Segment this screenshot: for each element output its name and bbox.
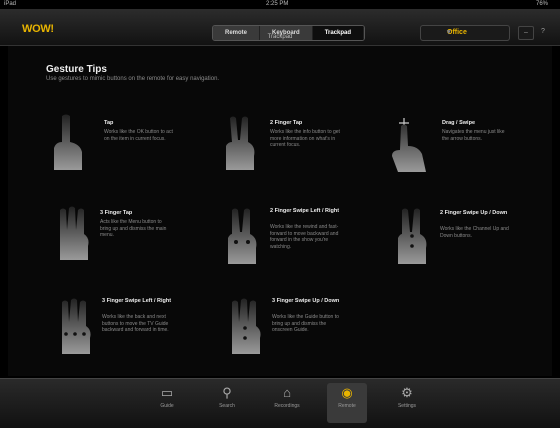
tip-name: Tap — [104, 120, 114, 126]
tip-name: Drag / Swipe — [442, 120, 476, 126]
top-bar: WOW! Remote Keyboard Trackpad Office ▾ –… — [0, 9, 560, 46]
three-finger-swipe-horizontal-icon — [62, 298, 91, 354]
tab-settings[interactable]: ⚙ Settings — [387, 383, 427, 423]
bottom-tab-bar: ▭ Guide ⚲ Search ⌂ Recordings ◉ Remote ⚙… — [0, 378, 560, 428]
tip-description: Works like the back and next buttons to … — [102, 314, 169, 333]
three-finger-swipe-vertical-icon — [232, 298, 261, 354]
drag-hand-icon — [392, 118, 426, 172]
page-subtitle: Trackpad — [267, 34, 293, 40]
tip-description: Acts like the Menu button to bring up an… — [100, 219, 167, 238]
two-finger-swipe-vertical-icon — [398, 208, 427, 264]
recordings-icon: ⌂ — [283, 385, 291, 400]
tip-name: 2 Finger Tap — [270, 120, 303, 126]
tip-2-finger-swipe-up-down: 2 Finger Swipe Up / Down Works like the … — [394, 202, 544, 272]
two-finger-hand-icon — [226, 116, 255, 170]
one-finger-hand-icon — [54, 114, 82, 170]
search-icon: ⚲ — [222, 385, 232, 400]
tip-name: 3 Finger Swipe Left / Right — [102, 298, 172, 304]
status-time: 2:25 PM — [266, 1, 289, 7]
tv-icon: ▭ — [160, 385, 174, 400]
tip-description: Works like the Guide button to bring up … — [272, 314, 339, 333]
page-title: Gesture Tips — [46, 64, 107, 75]
tip-3-finger-tap: 3 Finger Tap Acts like the Menu button t… — [52, 202, 202, 272]
battery-level: 76% — [536, 1, 549, 7]
tip-description: Works like the info button to get more i… — [270, 129, 340, 148]
tip-description: Navigates the menu just like the arrow b… — [442, 129, 505, 142]
remote-icon: ◉ — [341, 385, 353, 400]
page-description: Use gestures to mimic buttons on the rem… — [46, 76, 220, 82]
tip-name: 2 Finger Swipe Up / Down — [440, 210, 508, 216]
tip-description: Works like the Channel Up and Down butto… — [440, 226, 509, 239]
tip-3-finger-swipe-left-right: 3 Finger Swipe Left / Right Works like t… — [56, 292, 206, 372]
tip-name: 3 Finger Swipe Up / Down — [272, 298, 340, 304]
tip-tap: Tap Works like the OK button to act on t… — [48, 112, 198, 182]
tip-2-finger-tap: 2 Finger Tap Works like the info button … — [218, 112, 368, 182]
tip-2-finger-swipe-left-right: 2 Finger Swipe Left / Right Works like t… — [222, 202, 372, 282]
status-bar: iPad 2:25 PM 76% — [0, 0, 560, 9]
tip-drag-swipe: Drag / Swipe Navigates the menu just lik… — [386, 112, 546, 182]
tip-name: 2 Finger Swipe Left / Right — [270, 208, 340, 214]
settings-icon: ⚙ — [401, 385, 413, 400]
tip-description: Works like the OK button to act on the i… — [104, 129, 173, 142]
tab-search[interactable]: ⚲ Search — [207, 383, 247, 423]
tab-recordings[interactable]: ⌂ Recordings — [267, 383, 307, 423]
three-finger-hand-icon — [60, 206, 89, 260]
device-name: iPad — [4, 1, 17, 7]
two-finger-swipe-horizontal-icon — [228, 208, 257, 264]
tip-3-finger-swipe-up-down: 3 Finger Swipe Up / Down Works like the … — [226, 292, 376, 372]
tip-name: 3 Finger Tap — [100, 210, 133, 216]
tip-description: Works like the rewind and fast-forward t… — [270, 224, 339, 250]
tab-guide[interactable]: ▭ Guide — [147, 383, 187, 423]
tab-remote-nav[interactable]: ◉ Remote — [327, 383, 367, 423]
